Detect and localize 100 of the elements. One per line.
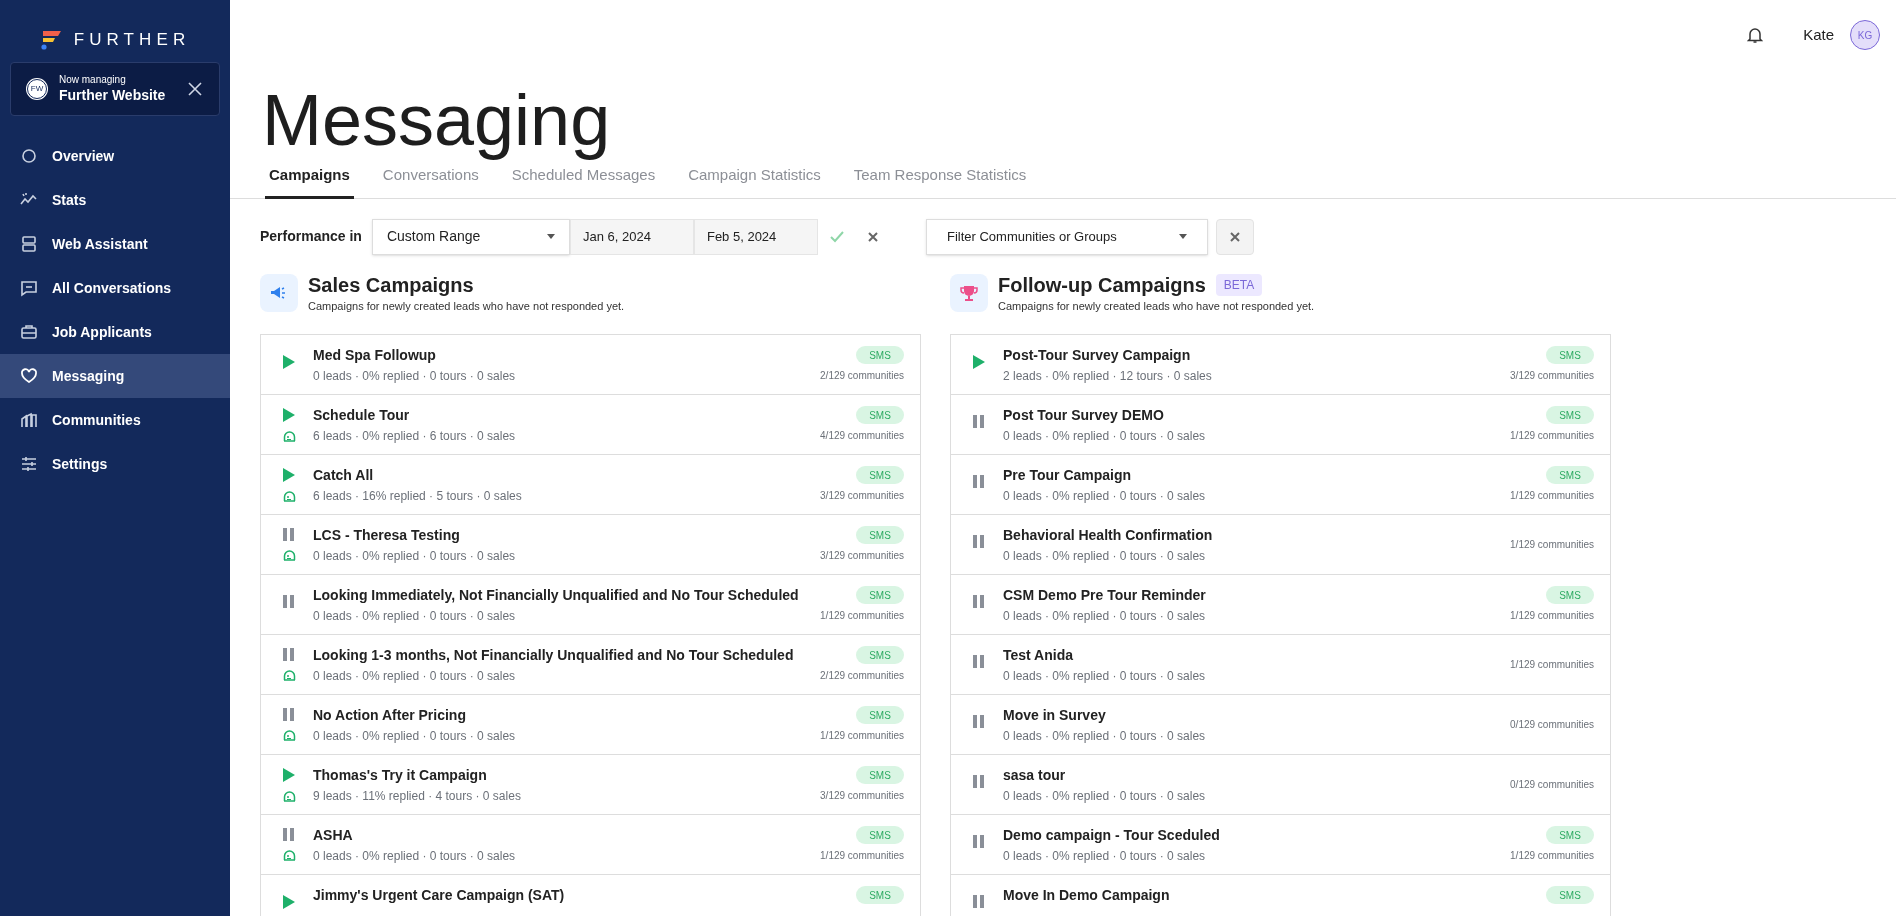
communities-count: 3/129 communities <box>820 489 904 503</box>
campaign-name: Move In Demo Campaign <box>1003 886 1171 905</box>
channel-badge: SMS <box>1546 346 1594 364</box>
logo-icon <box>39 29 62 51</box>
campaign-stats: 6 leads · 16% replied · 5 tours · 0 sales <box>313 488 523 505</box>
clear-icon[interactable] <box>867 231 878 242</box>
play-icon[interactable] <box>283 468 295 482</box>
campaign-stats: 0 leads · 0% replied · 0 tours · 0 sales <box>313 728 517 745</box>
communities-count: 2/129 communities <box>820 669 904 683</box>
sidebar-item[interactable]: Messaging <box>0 354 230 398</box>
campaign-name: Med Spa Followup <box>313 346 437 365</box>
start-date-field[interactable]: Jan 6, 2024 <box>569 218 694 255</box>
pause-icon[interactable] <box>973 475 984 488</box>
apply-icon[interactable] <box>829 230 844 243</box>
close-icon[interactable] <box>187 81 203 97</box>
campaign-name: Jimmy's Urgent Care Campaign (SAT) <box>313 886 566 905</box>
user-name[interactable]: Kate <box>1803 23 1834 47</box>
section-subtitle: Campaigns for newly created leads who have not responded yet. <box>998 298 1315 314</box>
communities-count: 1/129 communities <box>1510 429 1594 443</box>
channel-badge: SMS <box>856 466 904 484</box>
settings-icon <box>20 455 38 473</box>
channel-badge: SMS <box>856 586 904 604</box>
sidebar-item[interactable]: Settings <box>0 442 230 486</box>
pause-icon[interactable] <box>283 528 294 541</box>
pause-icon[interactable] <box>973 595 984 608</box>
communities-count: 1/129 communities <box>1510 658 1594 672</box>
campaign-stats: 0 leads · 0% replied · 0 tours · 0 sales <box>313 368 517 385</box>
close-icon <box>1229 231 1240 242</box>
campaign-name: Thomas's Try it Campaign <box>313 766 488 785</box>
campaign-name: Demo campaign - Tour Sceduled <box>1003 826 1221 845</box>
channel-badge: SMS <box>856 526 904 544</box>
megaphone-icon <box>260 274 298 313</box>
notification-bell-icon[interactable] <box>1747 26 1764 44</box>
sidebar-item[interactable]: Communities <box>0 398 230 442</box>
campaign-name: Looking 1-3 months, Not Financially Unqualified and No Tour Scheduled <box>313 646 795 665</box>
campaign-stats: 0 leads · 0% replied · 0 tours · 0 sales <box>1003 668 1207 685</box>
play-icon[interactable] <box>283 408 295 422</box>
pause-icon[interactable] <box>973 655 984 668</box>
campaign-stats: 9 leads · 11% replied · 4 tours · 0 sales <box>313 788 522 805</box>
campaign-stats: 0 leads · 0% replied · 0 tours · 0 sales <box>1003 728 1207 745</box>
pause-icon[interactable] <box>973 415 984 428</box>
sidebar-item[interactable]: Stats <box>0 178 230 222</box>
pause-icon[interactable] <box>973 715 984 728</box>
sidebar-item[interactable]: All Conversations <box>0 266 230 310</box>
channel-badge: SMS <box>1546 826 1594 844</box>
campaign-stats: 6 leads · 0% replied · 6 tours · 0 sales <box>313 428 517 445</box>
communities-count: 1/129 communities <box>820 729 904 743</box>
caret-icon <box>1178 234 1187 239</box>
play-icon[interactable] <box>283 895 295 909</box>
campaign-stats: 0 leads · 0% replied · 0 tours · 0 sales <box>1003 488 1207 505</box>
channel-badge: SMS <box>856 826 904 844</box>
campaign-name: ASHA <box>313 826 354 845</box>
campaign-name: Test Anida <box>1003 646 1074 665</box>
communities-count: 0/129 communities <box>1510 718 1594 732</box>
campaign-name: Post Tour Survey DEMO <box>1003 406 1165 425</box>
logo-text: FURTHER <box>73 29 191 52</box>
pause-icon[interactable] <box>283 828 294 841</box>
play-icon[interactable] <box>973 355 985 369</box>
section-subtitle: Campaigns for newly created leads who have not responded yet. <box>308 298 625 314</box>
campaign-stats: 0 leads · 0% replied · 0 tours · 0 sales <box>313 548 517 565</box>
heart-icon <box>20 367 38 385</box>
channel-badge: SMS <box>856 706 904 724</box>
range-dropdown[interactable]: Custom Range <box>371 218 570 255</box>
pause-icon[interactable] <box>973 835 984 848</box>
account-avatar: FW <box>27 79 47 99</box>
communities-dropdown[interactable]: Filter Communities or Groups <box>925 218 1208 255</box>
sidebar-item[interactable]: Web Assistant <box>0 222 230 266</box>
play-icon[interactable] <box>283 768 295 782</box>
pause-icon[interactable] <box>973 775 984 788</box>
campaign-name: Behavioral Health Confirmation <box>1003 526 1214 545</box>
campaign-name: Catch All <box>313 466 375 485</box>
end-date-field[interactable]: Feb 5, 2024 <box>693 218 818 255</box>
campaign-name: CSM Demo Pre Tour Reminder <box>1003 586 1207 605</box>
caret-icon <box>546 234 555 239</box>
managing-label: Now managing <box>59 74 127 87</box>
campaign-stats: 0 leads · 0% replied · 0 tours · 0 sales <box>313 668 517 685</box>
campaign-name: Looking Immediately, Not Financially Unqualified and No Tour Scheduled <box>313 586 800 605</box>
section-title: Follow-up Campaigns <box>998 272 1206 298</box>
circle-icon <box>20 147 38 165</box>
sidebar-item[interactable]: Overview <box>0 134 230 178</box>
channel-badge: SMS <box>1546 406 1594 424</box>
briefcase-icon <box>20 323 38 341</box>
channel-badge: SMS <box>856 766 904 784</box>
play-icon[interactable] <box>283 355 295 369</box>
tab[interactable]: Campaigns <box>265 164 354 199</box>
pause-icon[interactable] <box>973 535 984 548</box>
clear-button[interactable] <box>1215 218 1254 255</box>
campaign-name: Move in Survey <box>1003 706 1107 725</box>
sidebar-item[interactable]: Job Applicants <box>0 310 230 354</box>
pause-icon[interactable] <box>283 648 294 661</box>
campaign-stats: 0 leads · 0% replied · 0 tours · 0 sales <box>1003 788 1207 805</box>
channel-badge: SMS <box>1546 466 1594 484</box>
campaign-stats: 0 leads · 0% replied · 0 tours · 0 sales <box>313 608 517 625</box>
pause-icon[interactable] <box>283 595 294 608</box>
communities-count: 0/129 communities <box>1510 778 1594 792</box>
pause-icon[interactable] <box>283 708 294 721</box>
campaign-stats: 0 leads · 0% replied · 0 tours · 0 sales <box>1003 548 1207 565</box>
campaign-stats: 0 leads · 0% replied · 0 tours · 0 sales <box>313 848 517 865</box>
pause-icon[interactable] <box>973 895 984 908</box>
communities-count: 3/129 communities <box>1510 369 1594 383</box>
